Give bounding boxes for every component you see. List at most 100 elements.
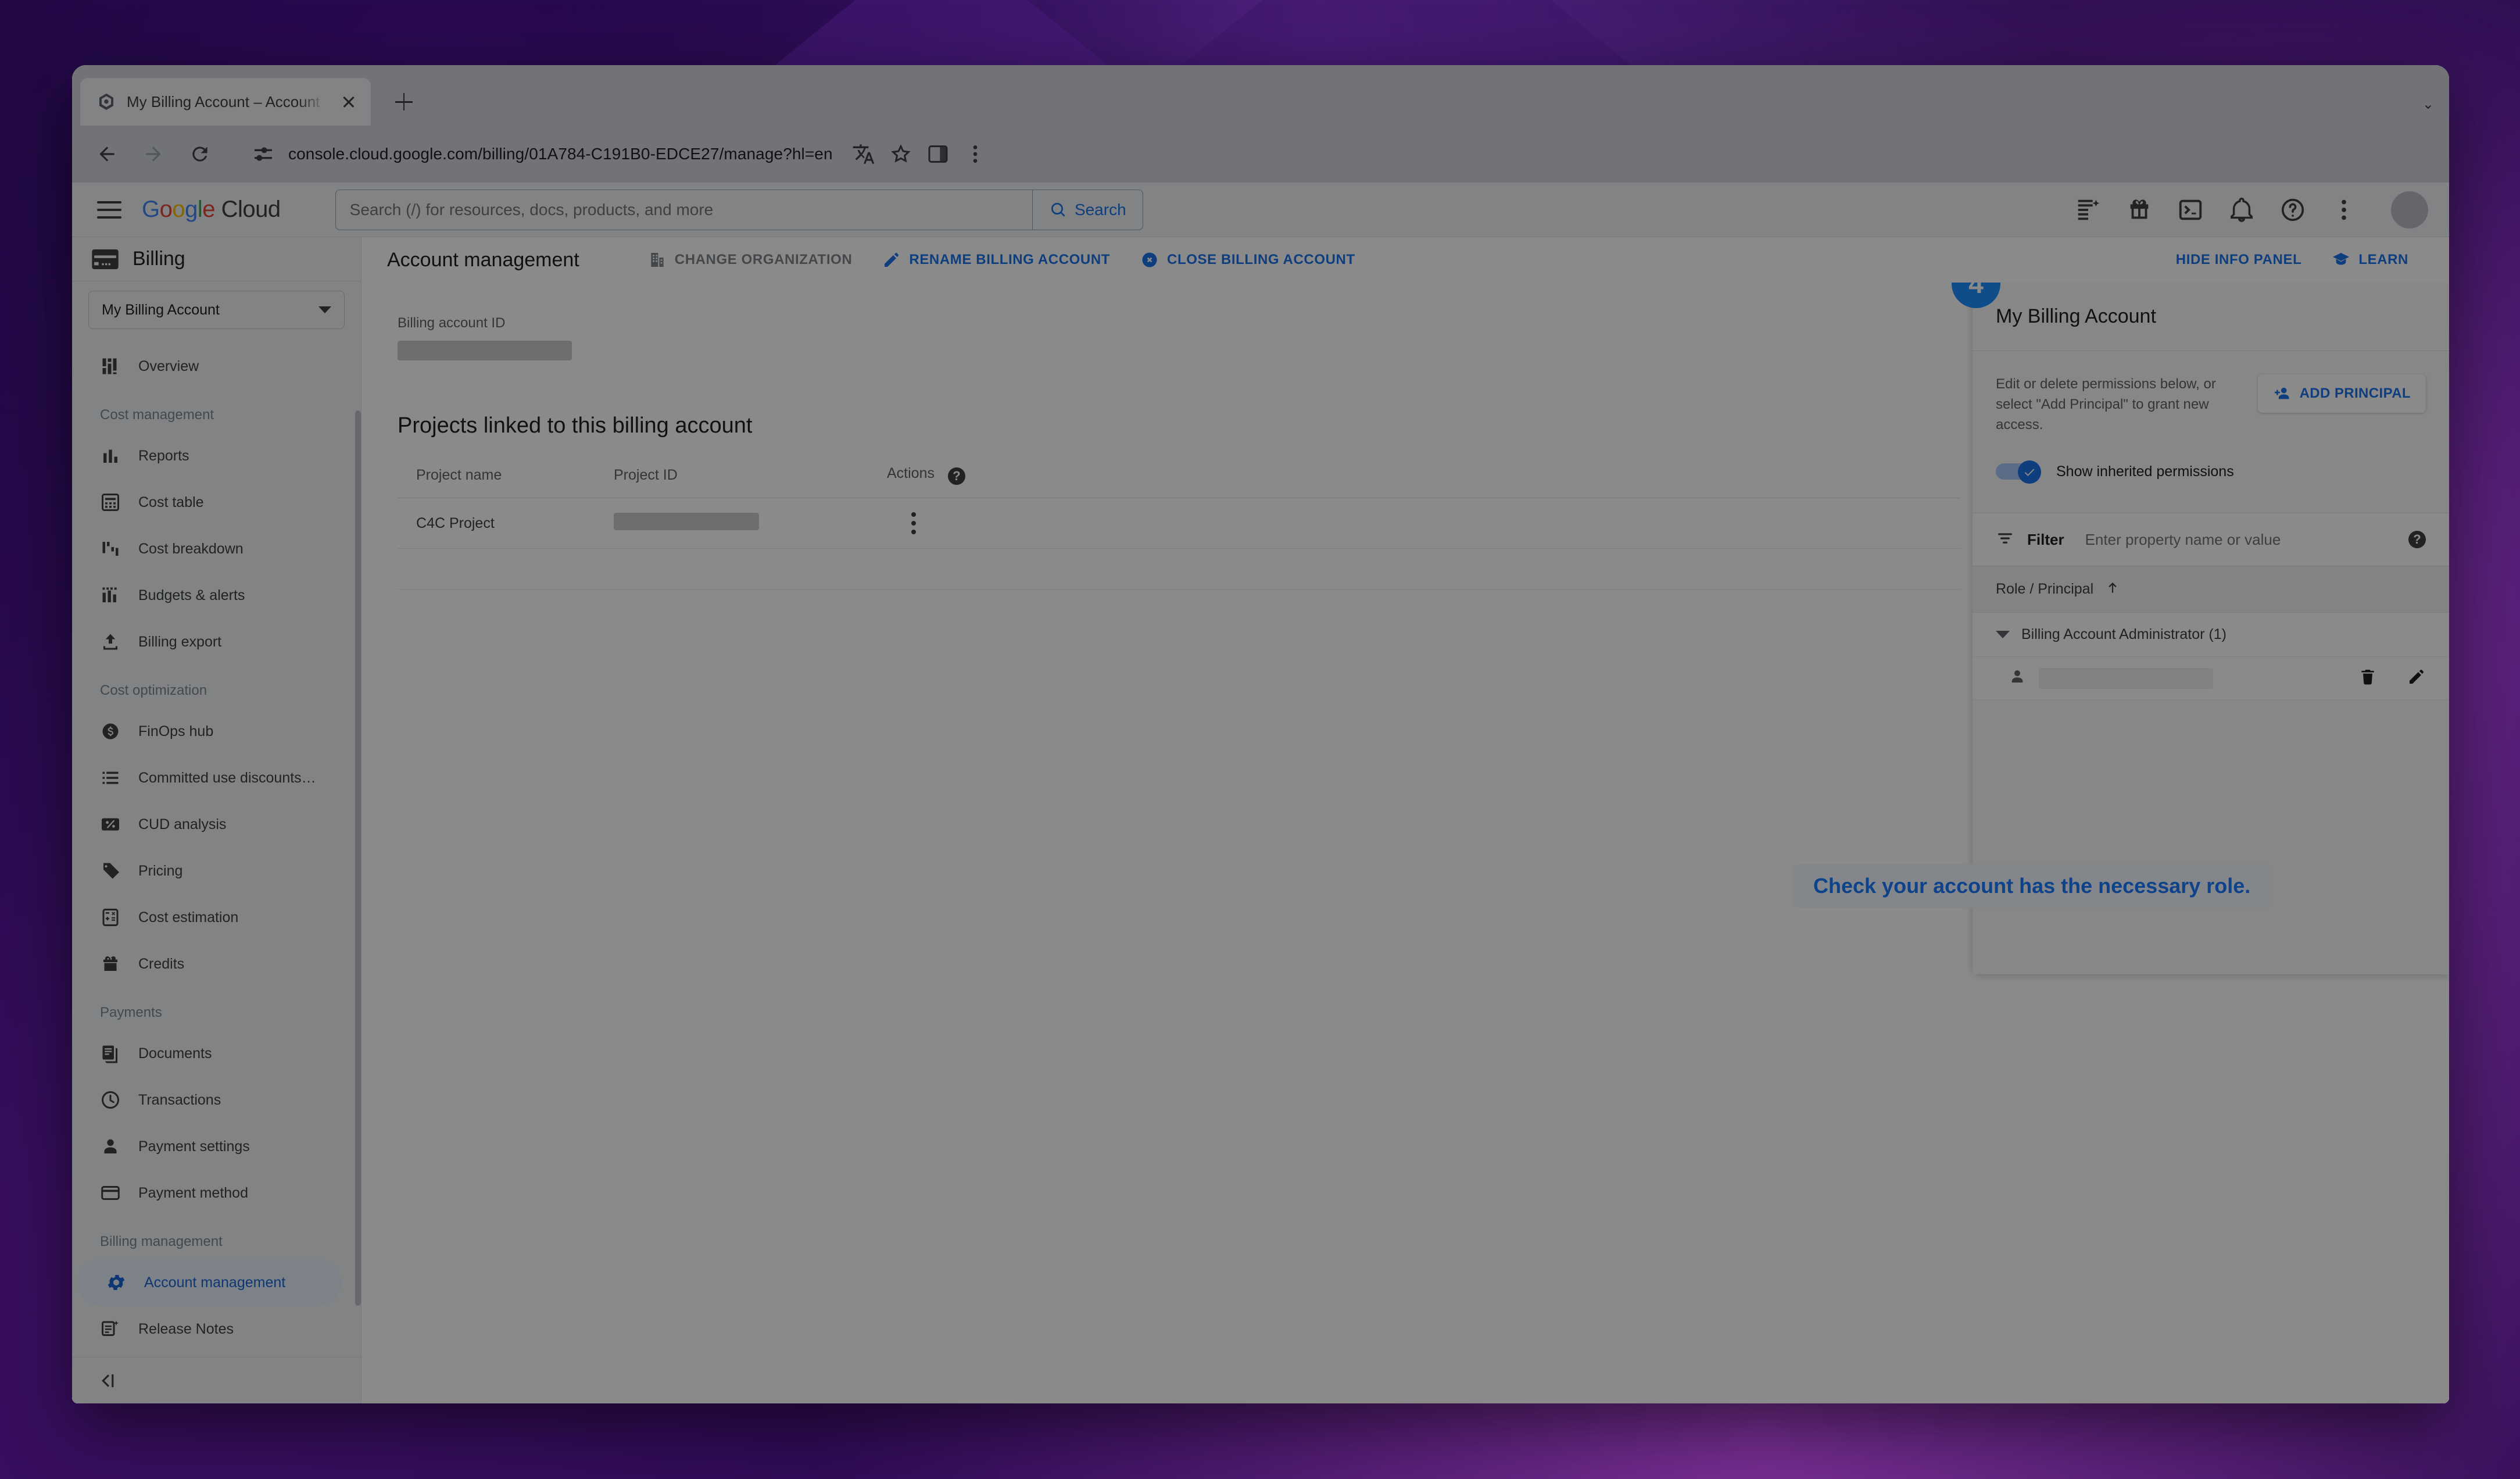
reload-icon[interactable] [179, 133, 221, 175]
billing-account-selector[interactable]: My Billing Account [88, 291, 345, 329]
sidebar-item-cost-breakdown[interactable]: Cost breakdown [72, 526, 341, 572]
column-project-name[interactable]: Project name [398, 452, 595, 498]
filter-icon [1996, 529, 2014, 551]
back-arrow-icon[interactable] [86, 133, 128, 175]
sidebar-item-cost-table[interactable]: Cost table [72, 479, 341, 526]
edit-icon[interactable] [2407, 667, 2426, 689]
sidebar-collapse-button[interactable] [72, 1357, 361, 1403]
delete-icon[interactable] [2358, 667, 2377, 689]
column-project-id[interactable]: Project ID [595, 452, 868, 498]
split-view-icon[interactable] [925, 141, 951, 167]
window-controls[interactable]: ⌄ [2422, 96, 2434, 113]
sidebar-item-budgets-alerts[interactable]: Budgets & alerts [72, 572, 341, 619]
cloud-shell-icon[interactable] [2177, 197, 2204, 223]
add-principal-label: ADD PRINCIPAL [2299, 385, 2411, 401]
sidebar-item-label: Overview [138, 358, 199, 374]
sidebar-group-cost-management: Cost management [100, 407, 214, 423]
sidebar-item-payment-method[interactable]: Payment method [72, 1170, 341, 1216]
info-panel-header: My Billing Account [1973, 283, 2449, 351]
row-kebab-menu-icon[interactable] [887, 512, 1961, 534]
close-billing-account-button[interactable]: CLOSE BILLING ACCOUNT [1125, 242, 1370, 277]
sidebar-product-title: Billing [133, 248, 185, 270]
hide-info-panel-label: HIDE INFO PANEL [2175, 252, 2302, 267]
help-icon[interactable]: ? [947, 467, 965, 485]
sidebar-item-cud-analysis[interactable]: CUD analysis [72, 801, 341, 848]
page-action-bar: Account management CHANGE ORGANIZATION R… [361, 237, 2449, 283]
avatar[interactable] [2391, 191, 2428, 228]
sidebar-group-payments: Payments [100, 1005, 162, 1020]
triangle-down-icon[interactable] [1996, 631, 2010, 639]
sidebar-item-label: Billing export [138, 633, 222, 650]
waterfall-icon [100, 538, 121, 559]
google-cloud-logo[interactable]: Google Cloud [142, 197, 281, 223]
change-organization-button[interactable]: CHANGE ORGANIZATION [633, 242, 868, 277]
help-circle-icon[interactable] [2279, 197, 2306, 223]
billing-card-icon [92, 249, 119, 269]
sidebar-group-cost-optimization: Cost optimization [100, 683, 207, 698]
table-row[interactable]: C4C Project [398, 498, 1961, 549]
sidebar-item-committed-use-discounts[interactable]: Committed use discounts… [72, 755, 341, 801]
filter-help-icon[interactable]: ? [2408, 531, 2426, 549]
permissions-filter-bar[interactable]: Filter ? [1973, 513, 2449, 567]
learn-button[interactable]: LEARN [2317, 242, 2424, 277]
permissions-column-header[interactable]: Role / Principal [1973, 566, 2449, 613]
role-group-label: Billing Account Administrator (1) [2021, 626, 2227, 643]
role-group-header[interactable]: Billing Account Administrator (1) [1973, 613, 2449, 658]
browser-window: My Billing Account – Account ⌄ console.c… [72, 65, 2449, 1403]
sidebar-item-reports[interactable]: Reports [72, 433, 341, 479]
release-notes-icon[interactable] [2075, 197, 2102, 223]
sidebar-item-label: Pricing [138, 862, 183, 879]
forward-arrow-icon[interactable] [133, 133, 174, 175]
sidebar-item-finops-hub[interactable]: FinOps hub [72, 708, 341, 755]
hamburger-icon[interactable] [93, 194, 126, 226]
filter-label: Filter [2027, 530, 2064, 548]
sidebar-item-credits[interactable]: Credits [72, 941, 341, 987]
tab-close-icon[interactable] [337, 90, 360, 113]
cell-actions [868, 498, 1961, 549]
site-settings-tune-icon[interactable] [250, 141, 277, 167]
column-actions-label: Actions [887, 465, 935, 481]
sidebar-item-account-management[interactable]: Account management [78, 1259, 341, 1306]
hide-info-panel-button[interactable]: HIDE INFO PANEL [2161, 242, 2317, 277]
search-input[interactable] [335, 200, 1032, 219]
notifications-bell-icon[interactable] [2228, 197, 2255, 223]
toggle-label: Show inherited permissions [2056, 463, 2234, 480]
principal-row[interactable] [1973, 657, 2449, 701]
sidebar-item-cost-estimation[interactable]: Cost estimation [72, 894, 341, 941]
toggle-switch[interactable] [1996, 460, 2041, 484]
sidebar-header: Billing [72, 237, 361, 281]
translate-icon[interactable] [850, 141, 877, 167]
sidebar-item-pricing[interactable]: Pricing [72, 848, 341, 894]
sidebar-item-transactions[interactable]: Transactions [72, 1077, 341, 1123]
browser-kebab-menu-icon[interactable] [962, 141, 989, 167]
gcp-search-bar[interactable]: Search [335, 189, 1143, 230]
bookmark-star-icon[interactable] [887, 141, 914, 167]
permissions-description: Edit or delete permissions below, or sel… [1996, 376, 2216, 433]
table-header-row: Project name Project ID Actions ? [398, 452, 1961, 498]
sidebar-item-billing-export[interactable]: Billing export [72, 619, 341, 665]
role-principal-column-label: Role / Principal [1996, 581, 2094, 598]
sidebar-item-payment-settings[interactable]: Payment settings [72, 1123, 341, 1170]
gift-icon[interactable] [2126, 197, 2153, 223]
address-bar[interactable]: console.cloud.google.com/billing/01A784-… [235, 133, 2426, 175]
gcp-kebab-menu-icon[interactable] [2331, 197, 2357, 223]
sidebar-nav: Overview Cost management Reports Cost ta… [72, 329, 361, 1357]
browser-tab-strip: My Billing Account – Account ⌄ [72, 65, 2449, 126]
arrow-up-icon[interactable] [2105, 580, 2120, 598]
filter-input[interactable] [2077, 530, 2386, 549]
principal-email [2039, 667, 2213, 689]
sidebar-item-release-notes[interactable]: Release Notes [72, 1306, 341, 1352]
show-inherited-permissions-toggle[interactable]: Show inherited permissions [1996, 460, 2426, 484]
project-id-value [614, 512, 759, 530]
search-button[interactable]: Search [1032, 190, 1143, 230]
toggle-knob [2018, 460, 2041, 484]
search-icon [1051, 202, 1065, 217]
browser-tab[interactable]: My Billing Account – Account [80, 78, 371, 126]
sidebar-item-documents[interactable]: Documents [72, 1030, 341, 1077]
sidebar-item-overview[interactable]: Overview [72, 343, 341, 390]
new-tab-button[interactable] [386, 84, 422, 120]
add-principal-button[interactable]: ADD PRINCIPAL [2257, 374, 2426, 413]
sidebar-scrollbar[interactable] [355, 410, 361, 1306]
billing-account-selector-value: My Billing Account [102, 301, 220, 318]
rename-billing-account-button[interactable]: RENAME BILLING ACCOUNT [867, 242, 1125, 277]
